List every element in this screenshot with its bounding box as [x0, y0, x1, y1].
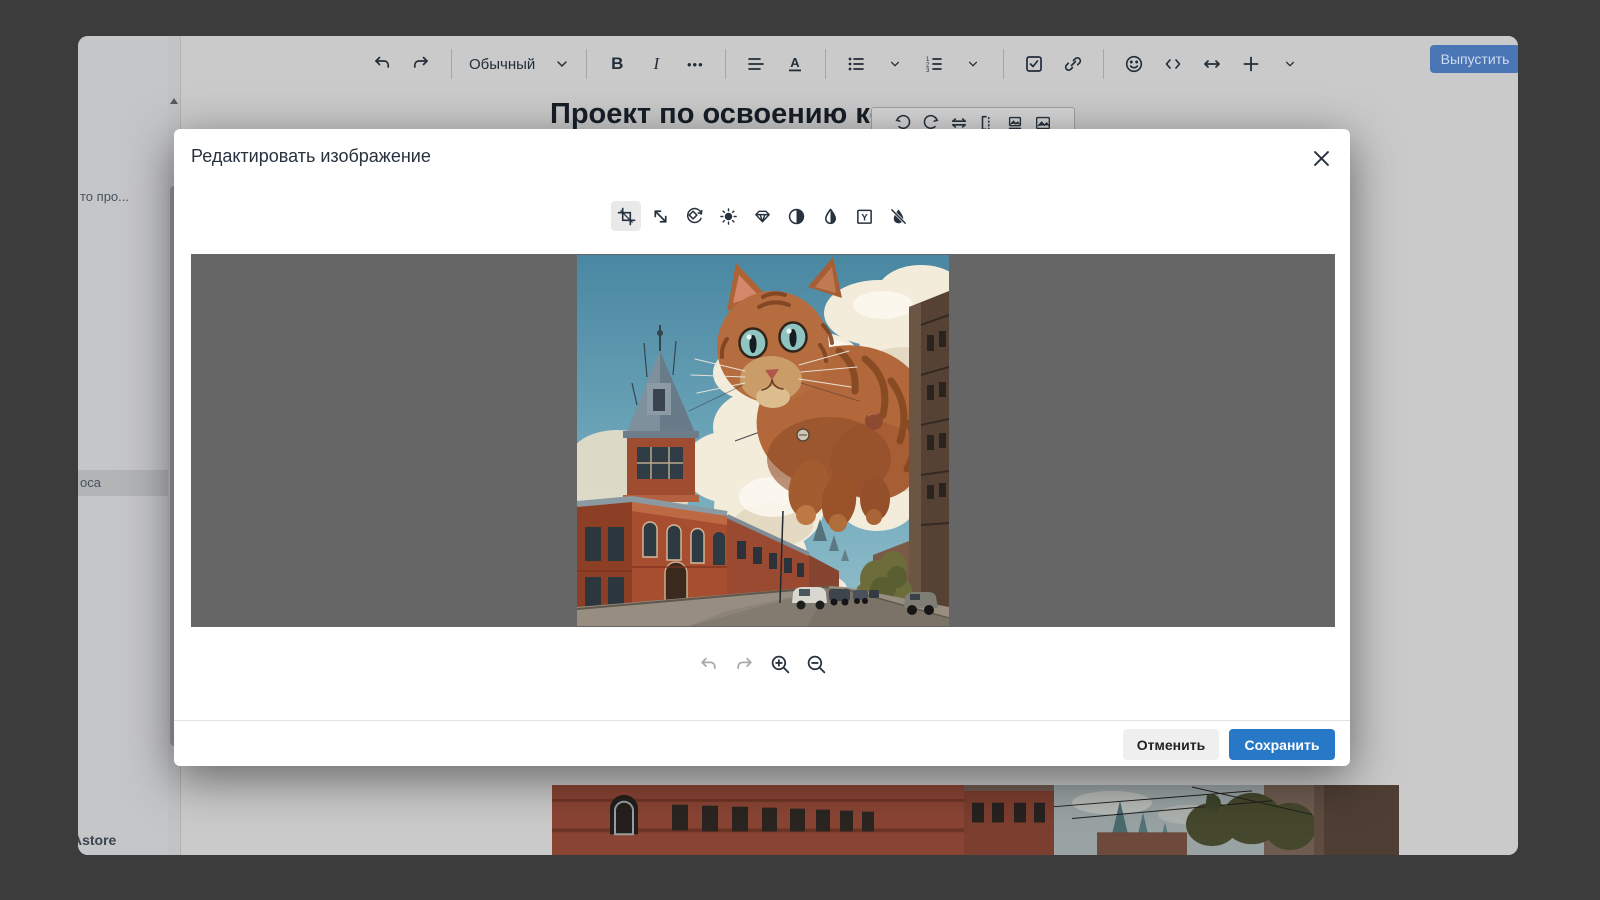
insert-plus-button[interactable] — [1238, 51, 1264, 77]
cancel-button[interactable]: Отменить — [1123, 729, 1219, 760]
editor-toolbar: Обычный B I ••• A 123 — [369, 46, 1303, 82]
bold-button[interactable]: B — [604, 51, 630, 77]
image-tools: Y — [174, 200, 1350, 232]
sidebar-item[interactable]: то про... — [78, 184, 168, 210]
photo-preview[interactable] — [577, 255, 949, 626]
width-arrows-button[interactable] — [1199, 51, 1225, 77]
modal-footer: Отменить Сохранить — [174, 720, 1350, 766]
toolbar-separator — [1103, 49, 1104, 79]
sidebar-item-selected[interactable]: оса — [78, 470, 168, 496]
grayscale-tool-button[interactable]: Y — [849, 201, 879, 231]
sidebar: то про... оса Astore — [78, 36, 168, 855]
save-button[interactable]: Сохранить — [1229, 729, 1335, 760]
chevron-down-icon[interactable] — [882, 51, 908, 77]
document-title[interactable]: Проект по освоению кос — [550, 98, 903, 131]
undo-icon[interactable] — [369, 51, 395, 77]
redo-icon[interactable] — [408, 51, 434, 77]
toolbar-separator — [825, 49, 826, 79]
numbered-list-button[interactable]: 123 — [921, 51, 947, 77]
remove-color-tool-button[interactable] — [883, 201, 913, 231]
resize-tool-button[interactable] — [645, 201, 675, 231]
paragraph-style-dropdown[interactable]: Обычный — [469, 56, 569, 73]
chevron-down-icon[interactable] — [1277, 51, 1303, 77]
publish-button[interactable]: Выпустить — [1430, 45, 1518, 73]
close-icon[interactable] — [1308, 145, 1334, 171]
svg-text:3: 3 — [926, 68, 930, 74]
grayscale-letter: Y — [861, 212, 868, 223]
chevron-down-icon — [555, 57, 569, 71]
toolbar-separator — [1003, 49, 1004, 79]
document-image[interactable] — [552, 785, 1399, 855]
zoom-controls — [174, 650, 1350, 678]
scroll-up-arrow-icon[interactable] — [170, 98, 178, 104]
align-button[interactable] — [743, 51, 769, 77]
code-button[interactable] — [1160, 51, 1186, 77]
toolbar-separator — [451, 49, 452, 79]
zoom-in-icon[interactable] — [768, 652, 792, 676]
edit-image-modal: Редактировать изображение Y — [174, 129, 1350, 766]
text-color-letter: A — [791, 55, 801, 70]
brightness-tool-button[interactable] — [713, 201, 743, 231]
toolbar-separator — [725, 49, 726, 79]
italic-button[interactable]: I — [643, 51, 669, 77]
more-formatting-button[interactable]: ••• — [682, 51, 708, 77]
toolbar-separator — [586, 49, 587, 79]
redo-edit-icon[interactable] — [732, 652, 756, 676]
chevron-down-icon[interactable] — [960, 51, 986, 77]
contrast-tool-button[interactable] — [781, 201, 811, 231]
emoji-button[interactable] — [1121, 51, 1147, 77]
brand-logo[interactable]: Astore — [78, 832, 116, 848]
gem-tool-button[interactable] — [747, 201, 777, 231]
undo-edit-icon[interactable] — [696, 652, 720, 676]
edit-canvas[interactable] — [191, 254, 1335, 627]
zoom-out-icon[interactable] — [804, 652, 828, 676]
modal-title: Редактировать изображение — [191, 146, 431, 167]
text-color-button[interactable]: A — [782, 51, 808, 77]
rotate-tool-button[interactable] — [679, 201, 709, 231]
bullet-list-button[interactable] — [843, 51, 869, 77]
link-button[interactable] — [1060, 51, 1086, 77]
crop-tool-button[interactable] — [611, 201, 641, 231]
checkbox-list-button[interactable] — [1021, 51, 1047, 77]
paragraph-style-value: Обычный — [469, 56, 535, 73]
saturation-tool-button[interactable] — [815, 201, 845, 231]
